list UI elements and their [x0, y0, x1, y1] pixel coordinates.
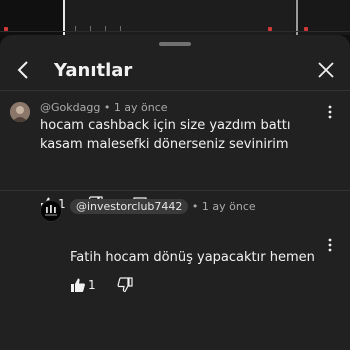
- avatar[interactable]: [10, 102, 30, 122]
- back-arrow-icon[interactable]: [12, 58, 36, 82]
- like-button[interactable]: [70, 277, 86, 295]
- more-options-icon[interactable]: [324, 236, 336, 254]
- comment-meta: @investorclub7442 • 1 ay önce: [70, 199, 256, 214]
- dislike-button[interactable]: [117, 277, 133, 295]
- avatar[interactable]: [40, 200, 62, 222]
- header-divider: [0, 90, 350, 91]
- video-panel: [65, 0, 295, 35]
- video-tick: [90, 26, 91, 31]
- more-options-icon[interactable]: [324, 103, 336, 121]
- video-player-strip: [0, 0, 350, 35]
- sheet-title: Yanıtlar: [54, 60, 133, 81]
- video-marker: [268, 27, 272, 31]
- drag-handle[interactable]: [159, 42, 191, 46]
- video-marker: [4, 27, 8, 31]
- avatar-image-icon: [10, 102, 30, 122]
- comment-author-chip[interactable]: @investorclub7442: [70, 199, 189, 214]
- video-panel: [0, 0, 65, 35]
- video-line: [296, 0, 298, 35]
- sheet-header: Yanıtlar: [0, 53, 350, 89]
- video-line: [63, 0, 65, 35]
- video-tick: [75, 26, 76, 31]
- thumbs-up-icon: [71, 278, 85, 292]
- thumbs-down-icon: [117, 277, 133, 293]
- comment-time: 1 ay önce: [113, 101, 168, 114]
- comment-text: hocam cashback için size yazdım battı ka…: [40, 118, 291, 152]
- meta-separator: •: [103, 101, 111, 114]
- comment-text: Fatih hocam dönüş yapacaktır hemen: [70, 250, 315, 265]
- close-icon[interactable]: [314, 58, 338, 82]
- video-marker: [304, 27, 308, 31]
- meta-separator: •: [191, 200, 199, 213]
- comment-author[interactable]: @Gokdagg: [40, 101, 100, 114]
- video-tick: [120, 26, 121, 31]
- video-tick: [105, 26, 106, 31]
- video-line: [0, 31, 350, 32]
- thread-divider: [0, 190, 350, 191]
- comment-meta: @Gokdagg • 1 ay önce: [40, 101, 168, 114]
- comment-time: 1 ay önce: [201, 200, 256, 213]
- like-count: 1: [88, 278, 96, 292]
- replies-sheet: Yanıtlar @Gokdagg • 1 ay önce hocam cash…: [0, 35, 350, 350]
- channel-logo-icon: [41, 201, 61, 221]
